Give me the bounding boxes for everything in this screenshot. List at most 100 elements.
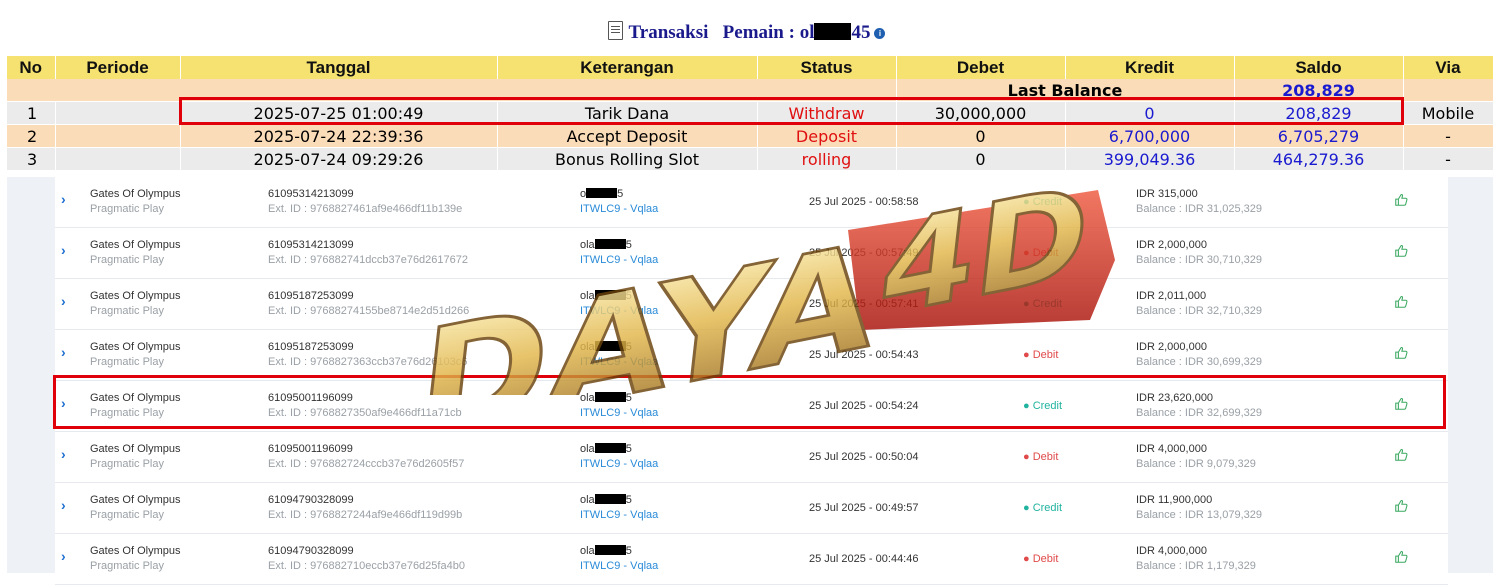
list-item[interactable]: › Gates Of Olympus Pragmatic Play 610953142… <box>55 177 1448 228</box>
thumbs-up-icon[interactable] <box>1394 295 1408 309</box>
external-id: Ext. ID : 976882724cccb37e76d2605f57 <box>268 458 465 470</box>
col-debet[interactable]: Debet <box>896 56 1066 79</box>
external-id: Ext. ID : 97688274155be8714e2d51d266 <box>268 305 470 317</box>
site-link[interactable]: ITWLC9 - Vqlaa <box>580 509 658 521</box>
transaction-date: 25 Jul 2025 - 00:57:49 <box>809 247 919 259</box>
row-periode <box>55 124 181 148</box>
list-item[interactable]: › Gates Of Olympus Pragmatic Play 610950011… <box>55 432 1448 483</box>
thumbs-up-icon[interactable] <box>1394 550 1408 564</box>
site-link[interactable]: ITWLC9 - Vqlaa <box>580 203 658 215</box>
row-status: rolling <box>757 147 897 171</box>
list-item[interactable]: › Gates Of Olympus Pragmatic Play 610947903… <box>55 534 1448 585</box>
transaction-type-badge: ● Debit <box>1023 247 1059 259</box>
game-provider: Pragmatic Play <box>90 509 164 521</box>
amount: IDR 2,000,000 <box>1136 341 1207 353</box>
col-periode[interactable]: Periode <box>55 56 181 79</box>
site-link[interactable]: ITWLC9 - Vqlaa <box>580 560 658 572</box>
external-id: Ext. ID : 976882741dccb37e76d2617672 <box>268 254 468 266</box>
amount: IDR 315,000 <box>1136 188 1198 200</box>
chevron-right-icon[interactable]: › <box>61 293 66 309</box>
transaction-id: 61095314213099 <box>268 239 354 251</box>
thumbs-up-icon[interactable] <box>1394 244 1408 258</box>
game-name: Gates Of Olympus <box>90 545 181 557</box>
thumbs-up-icon[interactable] <box>1394 448 1408 462</box>
row-via: Mobile <box>1403 101 1493 125</box>
username: o5 <box>580 188 624 200</box>
game-name: Gates Of Olympus <box>90 494 181 506</box>
transaction-id: 61095001196099 <box>268 443 353 455</box>
external-id: Ext. ID : 9768827244af9e466df119d99b <box>268 509 463 521</box>
amount: IDR 4,000,000 <box>1136 443 1207 455</box>
redaction-block <box>594 494 626 504</box>
row-kredit: 6,700,000 <box>1065 124 1235 148</box>
transaction-type-badge: ● Credit <box>1023 196 1063 208</box>
row-kredit: 399,049.36 <box>1065 147 1235 171</box>
balance: Balance : IDR 1,179,329 <box>1136 560 1256 572</box>
row-saldo: 464,279.36 <box>1234 147 1404 171</box>
row-keterangan: Accept Deposit <box>497 124 758 148</box>
thumbs-up-icon[interactable] <box>1394 346 1408 360</box>
site-link[interactable]: ITWLC9 - Vqlaa <box>580 458 658 470</box>
table-row[interactable]: 2 2025-07-24 22:39:36 Accept Deposit Dep… <box>7 124 1493 148</box>
col-status[interactable]: Status <box>757 56 897 79</box>
chevron-right-icon[interactable]: › <box>61 497 66 513</box>
username: ola 5 <box>580 290 632 302</box>
game-provider: Pragmatic Play <box>90 458 164 470</box>
list-item[interactable]: › Gates Of Olympus Pragmatic Play 610951872… <box>55 279 1448 330</box>
game-name: Gates Of Olympus <box>90 188 181 200</box>
game-name: Gates Of Olympus <box>90 239 181 251</box>
thumbs-up-icon[interactable] <box>1394 193 1408 207</box>
transaction-date: 25 Jul 2025 - 00:57:41 <box>809 298 919 310</box>
transaction-type-badge: ● Debit <box>1023 553 1059 565</box>
site-link[interactable]: ITWLC9 - Vqlaa <box>580 356 658 368</box>
balance: Balance : IDR 31,025,329 <box>1136 203 1262 215</box>
table-row[interactable]: 3 2025-07-24 09:29:26 Bonus Rolling Slot… <box>7 147 1493 171</box>
balance: Balance : IDR 9,079,329 <box>1136 458 1256 470</box>
redaction-block <box>814 23 852 40</box>
row-debet: 0 <box>896 124 1066 148</box>
username: ola 5 <box>580 494 632 506</box>
transaction-date: 25 Jul 2025 - 00:50:04 <box>809 451 919 463</box>
chevron-right-icon[interactable]: › <box>61 344 66 360</box>
col-keterangan[interactable]: Keterangan <box>497 56 758 79</box>
list-item[interactable]: › Gates Of Olympus Pragmatic Play 610951872… <box>55 330 1448 381</box>
chevron-right-icon[interactable]: › <box>61 242 66 258</box>
row-via: - <box>1403 124 1493 148</box>
row-no: 2 <box>7 124 56 148</box>
redaction-block <box>594 290 626 300</box>
table-header-row: No Periode Tanggal Keterangan Status Deb… <box>7 56 1493 79</box>
balance: Balance : IDR 13,079,329 <box>1136 509 1262 521</box>
col-no[interactable]: No <box>7 56 56 79</box>
game-name: Gates Of Olympus <box>90 443 181 455</box>
row-debet: 0 <box>896 147 1066 171</box>
site-link[interactable]: ITWLC9 - Vqlaa <box>580 305 658 317</box>
row-via: - <box>1403 147 1493 171</box>
amount: IDR 2,011,000 <box>1136 290 1207 302</box>
col-kredit[interactable]: Kredit <box>1065 56 1235 79</box>
redaction-block <box>594 443 626 453</box>
row-status: Deposit <box>757 124 897 148</box>
username: ola 5 <box>580 239 632 251</box>
game-provider: Pragmatic Play <box>90 203 164 215</box>
thumbs-up-icon[interactable] <box>1394 499 1408 513</box>
site-link[interactable]: ITWLC9 - Vqlaa <box>580 254 658 266</box>
col-saldo[interactable]: Saldo <box>1234 56 1404 79</box>
redaction-block <box>594 239 626 249</box>
chevron-right-icon[interactable]: › <box>61 446 66 462</box>
list-item[interactable]: › Gates Of Olympus Pragmatic Play 610953142… <box>55 228 1448 279</box>
transaction-type-badge: ● Debit <box>1023 349 1059 361</box>
transaction-date: 25 Jul 2025 - 00:44:46 <box>809 553 919 565</box>
col-tanggal[interactable]: Tanggal <box>180 56 498 79</box>
chevron-right-icon[interactable]: › <box>61 548 66 564</box>
transaction-type-badge: ● Credit <box>1023 502 1063 514</box>
redaction-block <box>594 341 626 351</box>
title-prefix: Transaksi Pemain : ol <box>628 22 815 43</box>
chevron-right-icon[interactable]: › <box>61 191 66 207</box>
info-icon[interactable]: i <box>874 28 886 39</box>
list-item[interactable]: › Gates Of Olympus Pragmatic Play 610947903… <box>55 483 1448 534</box>
col-via[interactable]: Via <box>1403 56 1493 79</box>
game-provider: Pragmatic Play <box>90 254 164 266</box>
row-no: 1 <box>7 101 56 125</box>
username: ola 5 <box>580 443 632 455</box>
transaction-id: 61094790328099 <box>268 494 354 506</box>
